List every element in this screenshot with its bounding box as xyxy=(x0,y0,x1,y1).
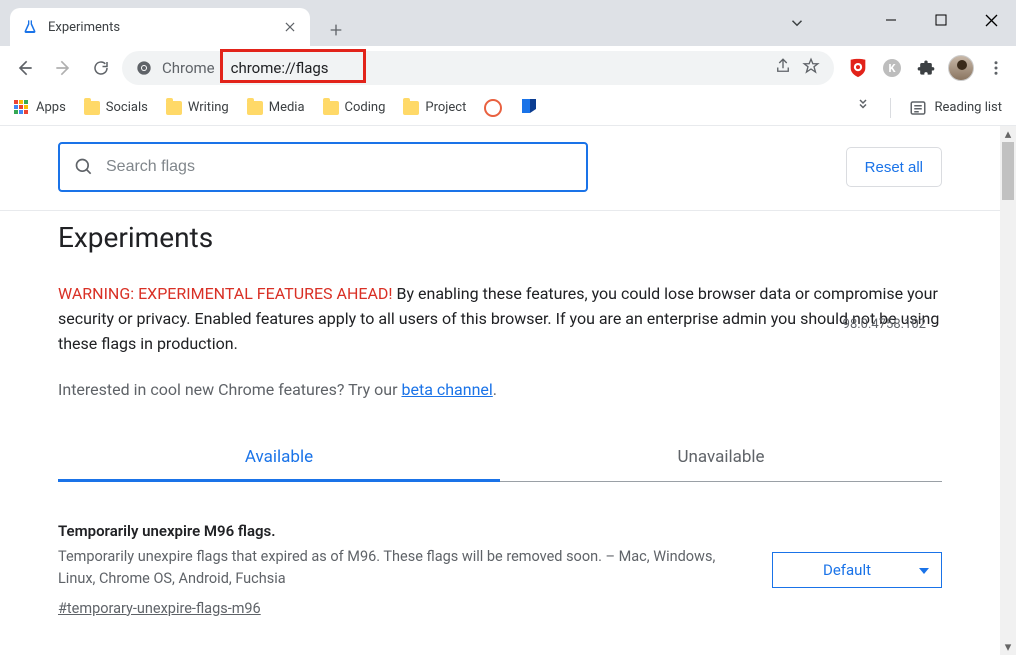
tab-title: Experiments xyxy=(48,20,282,35)
flag-entry: Temporarily unexpire M96 flags. Temporar… xyxy=(58,522,942,617)
scrollbar-thumb[interactable] xyxy=(1002,142,1014,200)
scroll-up-icon[interactable]: ▴ xyxy=(1000,126,1016,142)
toolbar: Chrome chrome://flags K xyxy=(0,46,1016,90)
chrome-icon xyxy=(136,60,152,76)
search-input[interactable] xyxy=(106,158,572,176)
maximize-button[interactable] xyxy=(916,0,966,40)
apps-shortcut[interactable]: Apps xyxy=(14,100,66,116)
bookmark-star-icon[interactable] xyxy=(802,57,820,79)
bookmark-label: Coding xyxy=(345,100,386,115)
page-title: Experiments xyxy=(58,221,942,254)
search-flags-field[interactable] xyxy=(58,142,588,192)
annotation-highlight xyxy=(220,49,366,83)
bookmark-folder-writing[interactable]: Writing xyxy=(166,100,229,115)
folder-icon xyxy=(323,101,339,115)
ublock-icon[interactable] xyxy=(846,56,870,80)
flags-tabs: Available Unavailable xyxy=(58,433,942,482)
back-button[interactable] xyxy=(8,51,42,85)
share-icon[interactable] xyxy=(774,57,792,79)
bookmark-folder-media[interactable]: Media xyxy=(247,100,305,115)
flag-description: Temporarily unexpire flags that expired … xyxy=(58,546,752,590)
flask-icon xyxy=(22,19,38,35)
site-icon xyxy=(484,99,502,117)
site-icon xyxy=(520,97,538,119)
folder-icon xyxy=(247,101,263,115)
page-viewport: ▴ ▾ Reset all Experiments 98.0.4758.102 … xyxy=(0,126,1016,655)
new-tab-button[interactable] xyxy=(320,14,352,46)
flag-select[interactable]: Default xyxy=(772,552,942,588)
tab-strip: Experiments xyxy=(0,0,1016,46)
bookmark-label: Media xyxy=(269,100,305,115)
flag-title: Temporarily unexpire M96 flags. xyxy=(58,522,752,540)
browser-tab[interactable]: Experiments xyxy=(10,8,310,46)
bookmark-item[interactable] xyxy=(520,97,538,119)
folder-icon xyxy=(166,101,182,115)
bookmarks-bar: Apps Socials Writing Media Coding Projec… xyxy=(0,90,1016,126)
apps-grid-icon xyxy=(14,100,30,116)
beta-prompt: Interested in cool new Chrome features? … xyxy=(58,380,942,399)
extensions-puzzle-icon[interactable] xyxy=(914,56,938,80)
address-bar[interactable]: Chrome chrome://flags xyxy=(122,51,834,85)
extension-icons: K xyxy=(846,55,1008,81)
flag-permalink[interactable]: #temporary-unexpire-flags-m96 xyxy=(58,600,261,617)
window-controls xyxy=(866,0,1016,40)
bookmark-folder-coding[interactable]: Coding xyxy=(323,100,386,115)
bookmark-label: Project xyxy=(425,100,466,115)
close-window-button[interactable] xyxy=(966,0,1016,40)
forward-button[interactable] xyxy=(46,51,80,85)
bookmark-label: Socials xyxy=(106,100,148,115)
version-label: 98.0.4758.102 xyxy=(843,317,926,332)
apps-label: Apps xyxy=(36,100,66,115)
url-scheme-label: Chrome xyxy=(162,59,215,77)
reload-button[interactable] xyxy=(84,51,118,85)
profile-avatar[interactable] xyxy=(948,55,974,81)
reading-list-button[interactable]: Reading list xyxy=(909,99,1002,117)
folder-icon xyxy=(84,101,100,115)
beta-text: Interested in cool new Chrome features? … xyxy=(58,380,401,399)
scroll-down-icon[interactable]: ▾ xyxy=(1000,639,1016,655)
search-icon xyxy=(74,157,94,177)
warning-prefix: WARNING: EXPERIMENTAL FEATURES AHEAD! xyxy=(58,284,393,303)
svg-text:K: K xyxy=(889,62,897,75)
scrollbar[interactable]: ▴ ▾ xyxy=(1000,126,1016,655)
flag-select-value: Default xyxy=(823,561,871,579)
bookmark-item[interactable] xyxy=(484,99,502,117)
bookmark-folder-socials[interactable]: Socials xyxy=(84,100,148,115)
close-tab-icon[interactable] xyxy=(282,19,298,35)
bookmark-label: Writing xyxy=(188,100,229,115)
reading-list-icon xyxy=(909,99,927,117)
reset-all-button[interactable]: Reset all xyxy=(846,147,942,187)
tab-search-icon[interactable] xyxy=(788,14,806,36)
tab-unavailable[interactable]: Unavailable xyxy=(500,433,942,482)
minimize-button[interactable] xyxy=(866,0,916,40)
extension-k-icon[interactable]: K xyxy=(880,56,904,80)
beta-channel-link[interactable]: beta channel xyxy=(401,380,492,399)
chrome-menu-icon[interactable] xyxy=(984,56,1008,80)
folder-icon xyxy=(403,101,419,115)
bookmark-folder-project[interactable]: Project xyxy=(403,100,466,115)
tab-available[interactable]: Available xyxy=(58,433,500,482)
warning-text: WARNING: EXPERIMENTAL FEATURES AHEAD! By… xyxy=(58,282,942,356)
reading-list-label: Reading list xyxy=(935,100,1002,115)
bookmark-overflow-icon[interactable] xyxy=(854,97,872,119)
